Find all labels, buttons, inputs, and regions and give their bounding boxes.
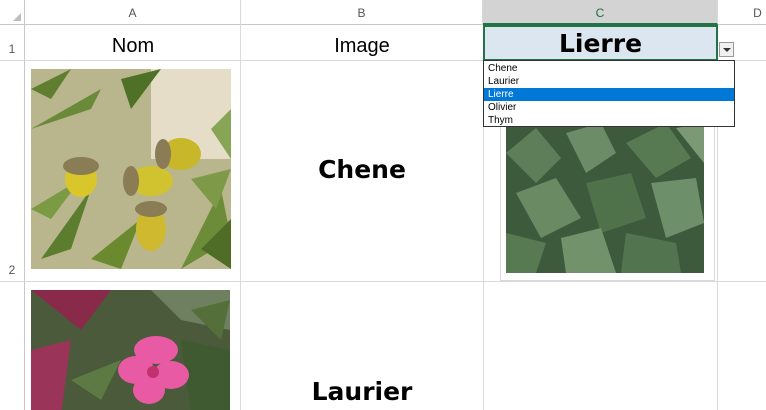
cell-b1[interactable]: Image <box>241 25 483 61</box>
oleander-photo-icon[interactable] <box>31 290 230 410</box>
cell-b2[interactable]: Chene <box>241 150 483 190</box>
dropdown-option-laurier[interactable]: Laurier <box>484 75 734 88</box>
cell-c1-active[interactable]: Lierre <box>483 25 718 61</box>
validation-dropdown-list[interactable]: Chene Laurier Lierre Olivier Thym <box>483 60 735 127</box>
cell-a1[interactable]: Nom <box>25 25 241 61</box>
column-header-d[interactable]: D <box>718 0 766 25</box>
acorn-photo-icon[interactable] <box>31 69 231 269</box>
select-all-corner[interactable] <box>0 0 25 25</box>
ivy-photo-icon[interactable] <box>506 123 704 273</box>
grid-line <box>25 281 766 282</box>
dropdown-option-lierre[interactable]: Lierre <box>484 88 734 101</box>
row-header-3[interactable] <box>0 282 25 410</box>
dropdown-option-olivier[interactable]: Olivier <box>484 101 734 114</box>
grid-line <box>240 25 241 410</box>
dropdown-option-chene[interactable]: Chene <box>484 62 734 75</box>
row-header-2[interactable]: 2 <box>0 61 25 282</box>
column-header-a[interactable]: A <box>25 0 241 25</box>
column-header-c[interactable]: C <box>483 0 718 25</box>
dropdown-arrow-button[interactable] <box>719 42 734 57</box>
spreadsheet-grid: A B C D 1 2 Nom Image Lierre Chene Lauri… <box>0 0 766 410</box>
row-header-1[interactable]: 1 <box>0 25 25 61</box>
column-header-b[interactable]: B <box>241 0 483 25</box>
dropdown-option-thym[interactable]: Thym <box>484 114 734 127</box>
cell-c1-value: Lierre <box>558 29 643 58</box>
cell-b3[interactable]: Laurier <box>241 372 483 410</box>
